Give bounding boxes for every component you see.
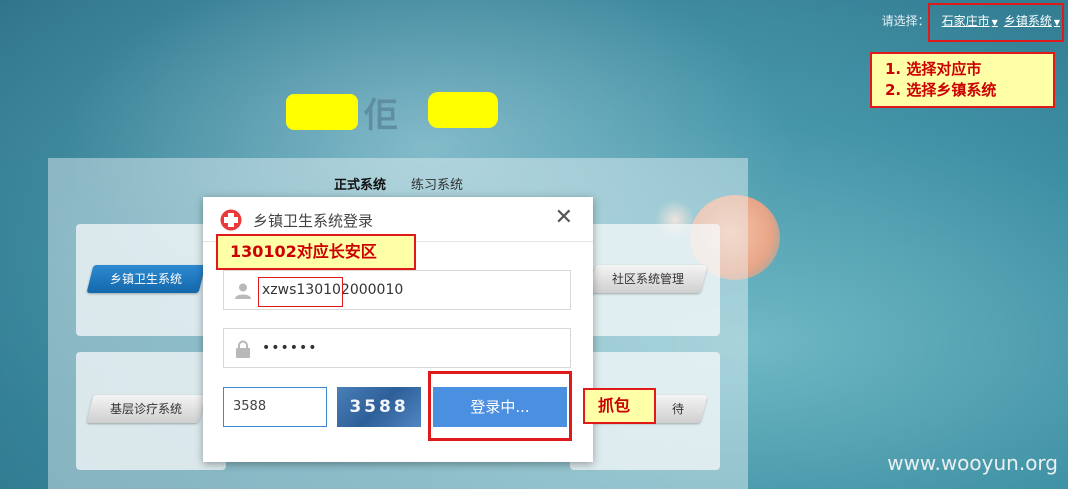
note-area-code: 130102对应长安区: [216, 234, 416, 270]
lock-icon: [236, 340, 250, 358]
close-icon[interactable]: ✕: [555, 207, 573, 229]
logo-glyph: 佢: [364, 96, 398, 136]
township-system-label: 乡镇卫生系统: [109, 272, 182, 286]
note-steps: 1. 选择对应市 2. 选择乡镇系统: [870, 52, 1055, 108]
captcha-input[interactable]: 3588: [223, 387, 327, 427]
highlight-area-code: [258, 277, 343, 307]
logo-redaction-left: [286, 94, 358, 130]
medical-cross-icon: [220, 209, 242, 231]
user-icon: [235, 283, 251, 299]
note-capture: 抓包: [583, 388, 656, 424]
basic-clinic-system-label: 基层诊疗系统: [109, 402, 182, 416]
township-system-button[interactable]: 乡镇卫生系统: [86, 265, 206, 293]
tab-formal-system[interactable]: 正式系统: [334, 174, 386, 193]
note-capture-text: 抓包: [598, 396, 631, 415]
highlight-login-button: [428, 371, 572, 441]
region-prompt: 请选择：: [881, 14, 930, 28]
community-system-button[interactable]: 社区系统管理: [588, 265, 708, 293]
community-system-label: 社区系统管理: [611, 272, 684, 286]
site-logo: 佢: [282, 88, 512, 138]
basic-clinic-system-button[interactable]: 基层诊疗系统: [86, 395, 206, 423]
partial-system-label: 待: [671, 402, 684, 416]
password-value: ••••••: [262, 340, 318, 356]
captcha-image[interactable]: 3588: [337, 387, 421, 427]
note-area-code-text: 130102对应长安区: [230, 242, 377, 261]
dialog-title: 乡镇卫生系统登录: [253, 212, 374, 230]
tab-practice-system[interactable]: 练习系统: [411, 174, 463, 193]
logo-redaction-right: [428, 92, 498, 128]
note-step-1: 1. 选择对应市: [885, 60, 982, 78]
watermark: www.wooyun.org: [887, 451, 1058, 475]
password-field[interactable]: ••••••: [223, 328, 571, 368]
highlight-region-selector: [928, 3, 1064, 42]
note-step-2: 2. 选择乡镇系统: [885, 81, 997, 99]
